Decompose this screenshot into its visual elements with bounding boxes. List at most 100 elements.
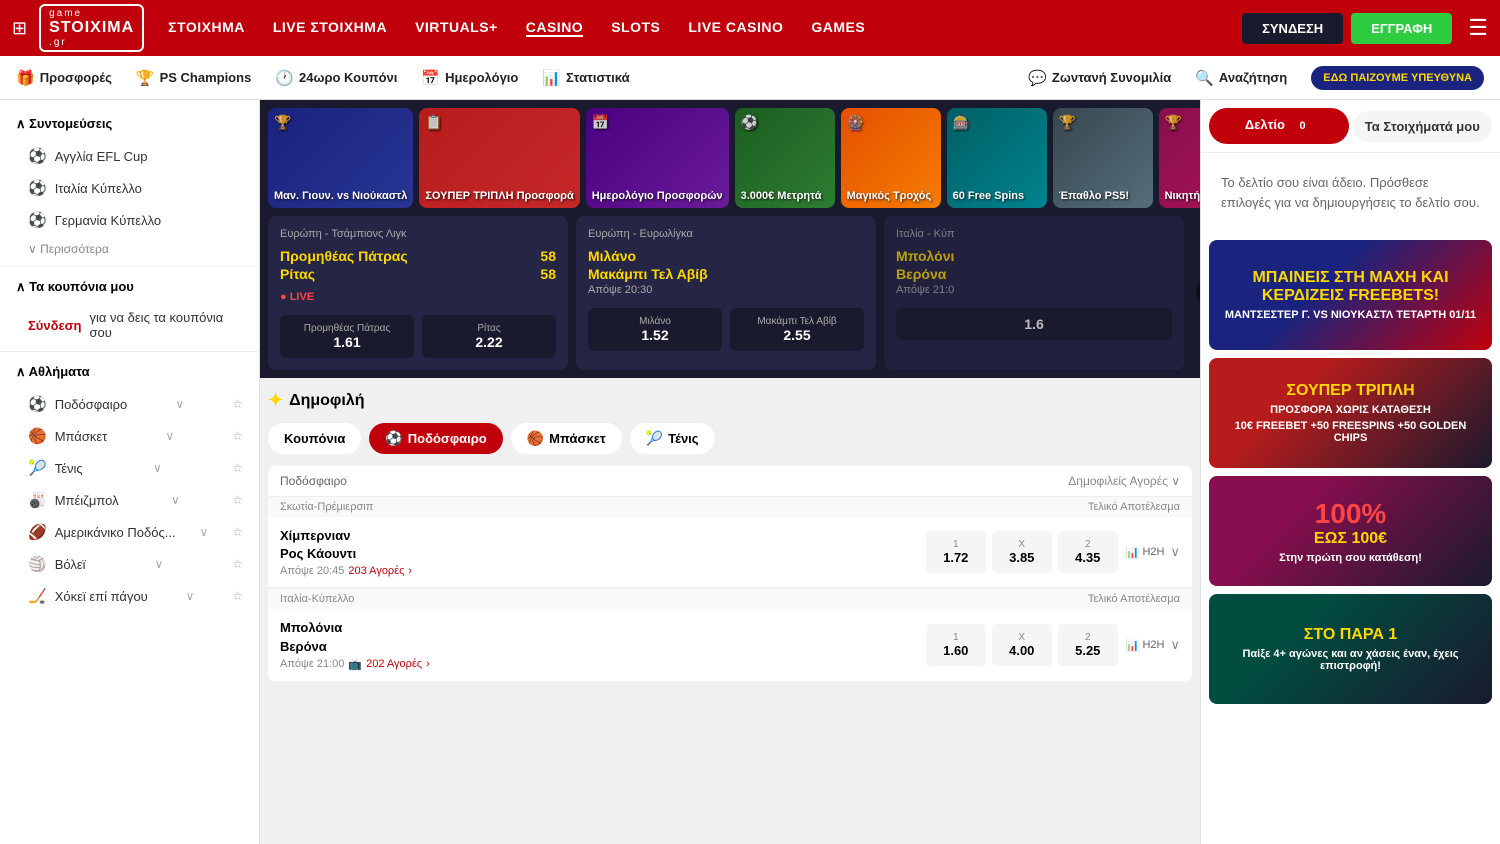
- nav-live-casino[interactable]: LIVE CASINO: [688, 19, 783, 37]
- nav-live-chat[interactable]: 💬 Ζωντανή Συνομιλία: [1028, 69, 1171, 87]
- nav-stoixima[interactable]: ΣΤΟΙΧΗΜΑ: [168, 19, 245, 37]
- sidebar-item-american-football[interactable]: 🏈 Αμερικάνικο Ποδός... ∨ ☆: [0, 516, 259, 548]
- banner-card-ps-champions[interactable]: 🏆 Μαν. Γιουν. vs Νιούκαστλ: [268, 108, 413, 208]
- sidebar-item-hockey[interactable]: 🏒 Χόκεϊ επί πάγου ∨ ☆: [0, 580, 259, 612]
- odd-cell-2-1[interactable]: 2 4.35: [1058, 531, 1118, 573]
- tv-icon: 📺: [348, 658, 362, 671]
- sidebar-item-baseball[interactable]: 🎳 Μπέιζμπολ ∨ ☆: [0, 484, 259, 516]
- popular-star-icon: ✦: [268, 390, 283, 411]
- banner-card-winner[interactable]: 🏆 Νικητής Εβδομάδας: [1159, 108, 1200, 208]
- odd-cell-1-1[interactable]: 1 1.72: [926, 531, 986, 573]
- match-row-markets-1[interactable]: 203 Αγορές: [348, 565, 404, 577]
- nav-calendar[interactable]: 📅 Ημερολόγιο: [421, 69, 518, 87]
- promo-banner-4[interactable]: ΣΤΟ ΠΑΡΑ 1 Παίξε 4+ αγώνες και αν χάσεις…: [1209, 594, 1492, 704]
- nav-search[interactable]: 🔍 Αναζήτηση: [1195, 69, 1287, 87]
- odd-cell-2-2[interactable]: 2 5.25: [1058, 624, 1118, 666]
- tab-coupons-label: Κουπόνια: [284, 431, 345, 446]
- match-row-markets-arrow-1[interactable]: ›: [408, 565, 412, 577]
- grid-icon[interactable]: ⊞: [12, 18, 27, 39]
- betslip-empty-text: Το δελτίο σου είναι άδειο. Πρόσθεσε επιλ…: [1221, 175, 1480, 210]
- promo-banner-2[interactable]: ΣΟΥΠΕΡ ΤΡΙΠΛΗ ΠΡΟΣΦΟΡΑ ΧΩΡΙΣ ΚΑΤΑΘΕΣΗ 10…: [1209, 358, 1492, 468]
- sidebar-shortcuts-header[interactable]: ∧ Συντομεύσεις: [0, 108, 259, 140]
- sidebar-coupon-login[interactable]: Σύνδεση για να δεις τα κουπόνια σου: [0, 303, 259, 347]
- tab-soccer[interactable]: ⚽ Ποδόσφαιρο: [369, 423, 502, 454]
- baseball-fav-icon[interactable]: ☆: [232, 493, 243, 507]
- banner-title-8: Νικητής Εβδομάδας: [1165, 190, 1200, 202]
- sidebar-item-england-efl[interactable]: ⚽ Αγγλία EFL Cup: [0, 140, 259, 172]
- banner-card-freespins[interactable]: 🎰 60 Free Spins: [947, 108, 1047, 208]
- sidebar-shortcuts-more[interactable]: ∨ Περισσότερα: [0, 236, 259, 262]
- match-row-2: Μπολόνια Βερόνα Απόψε 21:00 📺 202 Αγορές…: [268, 609, 1192, 681]
- expand-markets-icon-1[interactable]: ∨: [1170, 544, 1180, 560]
- result-label-1: Τελικό Αποτέλεσμα: [1088, 501, 1180, 513]
- sidebar-sports-header[interactable]: ∧ Αθλήματα: [0, 356, 259, 388]
- odd-val-1-2: 1.60: [943, 643, 968, 658]
- sidebar-item-tennis[interactable]: 🎾 Τένις ∨ ☆: [0, 452, 259, 484]
- site-logo[interactable]: game STOIXIMA .gr: [39, 4, 144, 52]
- match-league-1: Ευρώπη - Τσάμπιονς Λιγκ: [280, 228, 556, 240]
- odd-btn-team2-1[interactable]: Ρίτας 2.22: [422, 315, 556, 358]
- sidebar-item-basketball[interactable]: 🏀 Μπάσκετ ∨ ☆: [0, 420, 259, 452]
- table-section-header-1: Ποδόσφαιρο Δημοφιλείς Αγορές ∨: [268, 466, 1192, 497]
- betslip-tab-button[interactable]: Δελτίο 0: [1209, 108, 1349, 144]
- tab-coupons[interactable]: Κουπόνια: [268, 423, 361, 454]
- match-row-markets-2[interactable]: 202 Αγορές: [366, 658, 422, 670]
- my-bets-tab-button[interactable]: Τα Στοιχήματά μου: [1353, 111, 1493, 142]
- responsible-gaming-button[interactable]: ΕΔΩ ΠΑΙΖΟΥΜΕ ΥΠΕΥΘΥΝΑ: [1311, 66, 1484, 90]
- match-row-markets-arrow-2[interactable]: ›: [426, 658, 430, 670]
- banner-card-calendar[interactable]: 📅 Ημερολόγιο Προσφορών: [586, 108, 729, 208]
- nav-stats[interactable]: 📊 Στατιστικά: [542, 69, 629, 87]
- match-time-2: Απόψε 20:30: [588, 284, 864, 296]
- volleyball-fav-icon[interactable]: ☆: [232, 557, 243, 571]
- sidebar-item-germany-cup[interactable]: ⚽ Γερμανία Κύπελλο: [0, 204, 259, 236]
- nav-live-stoixima[interactable]: LIVE ΣΤΟΙΧΗΜΑ: [273, 19, 387, 37]
- login-button[interactable]: ΣΥΝΔΕΣΗ: [1242, 13, 1343, 44]
- basketball-fav-icon[interactable]: ☆: [232, 429, 243, 443]
- banner-card-super-tripli[interactable]: 📋 ΣΟΥΠΕΡ ΤΡΙΠΛΗ Προσφορά: [419, 108, 579, 208]
- sidebar-item-volleyball[interactable]: 🏐 Βόλεϊ ∨ ☆: [0, 548, 259, 580]
- sidebar-login-suffix: για να δεις τα κουπόνια σου: [90, 310, 244, 340]
- tennis-fav-icon[interactable]: ☆: [232, 461, 243, 475]
- banner-title-4: 3.000€ Μετρητά: [741, 190, 829, 202]
- sidebar-coupons-header[interactable]: ∧ Τα κουπόνια μου: [0, 271, 259, 303]
- h2h-button-2[interactable]: 📊 H2H: [1126, 639, 1165, 652]
- nav-games[interactable]: GAMES: [811, 19, 865, 37]
- sidebar-item-italy-cup[interactable]: ⚽ Ιταλία Κύπελλο: [0, 172, 259, 204]
- odd-cell-x-1[interactable]: Χ 3.85: [992, 531, 1052, 573]
- odd-cell-1-2[interactable]: 1 1.60: [926, 624, 986, 666]
- nav-virtuals[interactable]: VIRTUALS+: [415, 19, 498, 37]
- promo-banner-3[interactable]: 100% ΕΩΣ 100€ Στην πρώτη σου κατάθεση!: [1209, 476, 1492, 586]
- odd-cell-x-2[interactable]: Χ 4.00: [992, 624, 1052, 666]
- register-button[interactable]: ΕΓΓΡΑΦΗ: [1351, 13, 1452, 44]
- match-row-info-1: Απόψε 20:45 203 Αγορές ›: [280, 565, 918, 577]
- tab-tennis[interactable]: 🎾 Τένις: [630, 423, 715, 454]
- banner-card-wheel[interactable]: 🎡 Μαγικός Τροχός: [841, 108, 941, 208]
- nav-casino[interactable]: CASINO: [526, 19, 583, 37]
- team1-name-1: Προμηθέας Πάτρας: [280, 248, 408, 264]
- match-row-team2-2: Βερόνα: [280, 638, 918, 656]
- nav-offers[interactable]: 🎁 Προσφορές: [16, 69, 112, 87]
- match-row-right-1: 📊 H2H ∨: [1126, 544, 1180, 560]
- sidebar-item-soccer[interactable]: ⚽ Ποδόσφαιρο ∨ ☆: [0, 388, 259, 420]
- banner-card-cash[interactable]: ⚽ 3.000€ Μετρητά: [735, 108, 835, 208]
- sidebar-login-link[interactable]: Σύνδεση: [28, 318, 82, 333]
- expand-markets-icon-2[interactable]: ∨: [1170, 637, 1180, 653]
- odd-btn-2-2[interactable]: Μακάμπι Τελ Αβίβ 2.55: [730, 308, 864, 351]
- american-football-fav-icon[interactable]: ☆: [232, 525, 243, 539]
- soccer-fav-icon[interactable]: ☆: [232, 397, 243, 411]
- odd-val-x-2: 4.00: [1009, 643, 1034, 658]
- section1-right[interactable]: Δημοφιλείς Αγορές ∨: [1068, 474, 1180, 488]
- hockey-fav-icon[interactable]: ☆: [232, 589, 243, 603]
- h2h-button-1[interactable]: 📊 H2H: [1126, 546, 1165, 559]
- odd-btn-3[interactable]: 1.6: [896, 308, 1172, 340]
- nav-24-coupon[interactable]: 🕐 24ωρο Κουπόνι: [275, 69, 397, 87]
- promo-banner-1[interactable]: ΜΠΑΙΝΕΙΣ ΣΤΗ ΜΑΧΗ ΚΑΙ ΚΕΡΔΙΖΕΙΣ FREEBETS…: [1209, 240, 1492, 350]
- nav-ps-champions[interactable]: 🏆 PS Champions: [136, 69, 251, 87]
- odd-btn-team1-1[interactable]: Προμηθέας Πάτρας 1.61: [280, 315, 414, 358]
- nav-slots[interactable]: SLOTS: [611, 19, 660, 37]
- banner-card-ps5[interactable]: 🏆 Έπαθλο PS5!: [1053, 108, 1153, 208]
- hamburger-icon[interactable]: ☰: [1468, 15, 1488, 41]
- banner-icon-8: 🏆: [1165, 114, 1182, 131]
- odd-btn-1-2[interactable]: Μιλάνο 1.52: [588, 308, 722, 351]
- tab-basketball[interactable]: 🏀 Μπάσκετ: [511, 423, 622, 454]
